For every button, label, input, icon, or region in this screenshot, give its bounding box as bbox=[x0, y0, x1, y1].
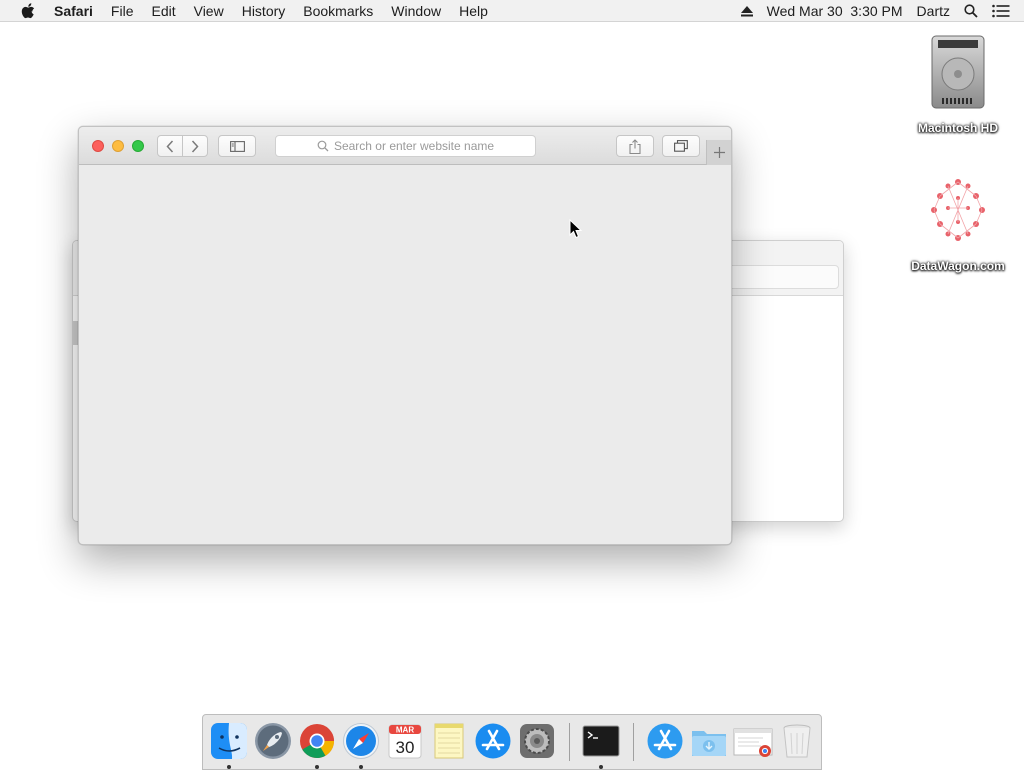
hard-drive-icon bbox=[931, 35, 985, 109]
menu-history[interactable]: History bbox=[233, 0, 295, 22]
gear-icon bbox=[520, 724, 554, 758]
menu-view[interactable]: View bbox=[185, 0, 233, 22]
running-indicator bbox=[315, 765, 319, 769]
tab-overview-icon bbox=[674, 140, 688, 152]
menu-bookmarks[interactable]: Bookmarks bbox=[294, 0, 382, 22]
dock-separator bbox=[633, 723, 634, 761]
notification-center-icon[interactable] bbox=[992, 4, 1010, 18]
show-all-tabs-button[interactable] bbox=[662, 135, 700, 157]
menu-help[interactable]: Help bbox=[450, 0, 497, 22]
dock-terminal[interactable] bbox=[581, 721, 621, 769]
eject-icon[interactable] bbox=[740, 5, 753, 17]
dock-downloads[interactable] bbox=[689, 721, 729, 761]
search-icon bbox=[317, 140, 329, 152]
calendar-month: MAR bbox=[396, 726, 414, 735]
share-icon bbox=[629, 138, 641, 154]
terminal-icon bbox=[582, 725, 620, 757]
menu-file[interactable]: File bbox=[102, 0, 143, 22]
zoom-window-button[interactable] bbox=[132, 140, 144, 152]
app-store-icon bbox=[475, 723, 511, 759]
chrome-icon bbox=[300, 724, 334, 758]
dock-document[interactable] bbox=[733, 721, 773, 761]
sidebar-icon bbox=[229, 140, 245, 152]
dock-system-preferences[interactable] bbox=[517, 721, 557, 761]
menu-window[interactable]: Window bbox=[382, 0, 450, 22]
back-button[interactable] bbox=[157, 135, 183, 157]
menu-clock[interactable]: Wed Mar 30 3:30 PM bbox=[767, 3, 903, 19]
menu-app-name[interactable]: Safari bbox=[50, 0, 102, 22]
share-button[interactable] bbox=[616, 135, 654, 157]
dock-calendar[interactable]: MAR 30 bbox=[385, 721, 425, 761]
safari-toolbar: Search or enter website name bbox=[79, 127, 731, 165]
running-indicator bbox=[227, 765, 231, 769]
menu-edit[interactable]: Edit bbox=[142, 0, 184, 22]
show-sidebar-button[interactable] bbox=[218, 135, 256, 157]
safari-window[interactable]: Search or enter website name bbox=[78, 126, 732, 545]
apple-menu-icon[interactable] bbox=[18, 0, 38, 22]
desktop-icon-label: DataWagon.com bbox=[911, 259, 1005, 273]
web-content-area[interactable] bbox=[79, 165, 731, 544]
calendar-day: 30 bbox=[396, 738, 415, 757]
dock-separator bbox=[569, 723, 570, 761]
address-bar[interactable]: Search or enter website name bbox=[275, 135, 536, 157]
address-placeholder: Search or enter website name bbox=[333, 139, 495, 153]
chevron-left-icon bbox=[166, 139, 174, 153]
running-indicator bbox=[359, 765, 363, 769]
dock-trash[interactable] bbox=[777, 721, 817, 761]
menu-bar: Safari File Edit View History Bookmarks … bbox=[0, 0, 1024, 22]
safari-compass-icon bbox=[343, 723, 379, 759]
desktop-icon-datawagon[interactable]: DataWagon.com bbox=[908, 170, 1008, 273]
spotlight-search-icon[interactable] bbox=[964, 4, 978, 18]
datawagon-logo-icon bbox=[931, 179, 985, 241]
dock-safari[interactable] bbox=[341, 721, 381, 769]
dock-launchpad[interactable] bbox=[253, 721, 293, 761]
plus-icon bbox=[713, 147, 725, 158]
dock-chrome[interactable] bbox=[297, 721, 337, 769]
document-preview-icon bbox=[733, 728, 773, 757]
new-tab-button[interactable] bbox=[706, 140, 731, 165]
applications-icon bbox=[647, 723, 683, 759]
dock-finder[interactable] bbox=[209, 721, 249, 769]
dock-app-store[interactable] bbox=[473, 721, 513, 761]
mouse-cursor-icon bbox=[569, 219, 583, 239]
launchpad-rocket-icon bbox=[255, 723, 291, 759]
desktop-icon-label: Macintosh HD bbox=[917, 121, 998, 135]
dock-applications[interactable] bbox=[645, 721, 685, 761]
notes-icon bbox=[434, 723, 464, 759]
running-indicator bbox=[599, 765, 603, 769]
menu-user[interactable]: Dartz bbox=[917, 3, 950, 19]
forward-button[interactable] bbox=[182, 135, 208, 157]
downloads-folder-icon bbox=[692, 731, 726, 756]
chevron-right-icon bbox=[191, 139, 199, 153]
calendar-icon: MAR 30 bbox=[388, 724, 422, 759]
trash-icon bbox=[783, 724, 811, 758]
dock-notes[interactable] bbox=[429, 721, 469, 761]
finder-icon bbox=[211, 723, 247, 759]
desktop-icon-macintosh-hd[interactable]: Macintosh HD bbox=[908, 32, 1008, 135]
minimize-window-button[interactable] bbox=[112, 140, 124, 152]
close-window-button[interactable] bbox=[92, 140, 104, 152]
dock: MAR 30 bbox=[202, 714, 822, 770]
